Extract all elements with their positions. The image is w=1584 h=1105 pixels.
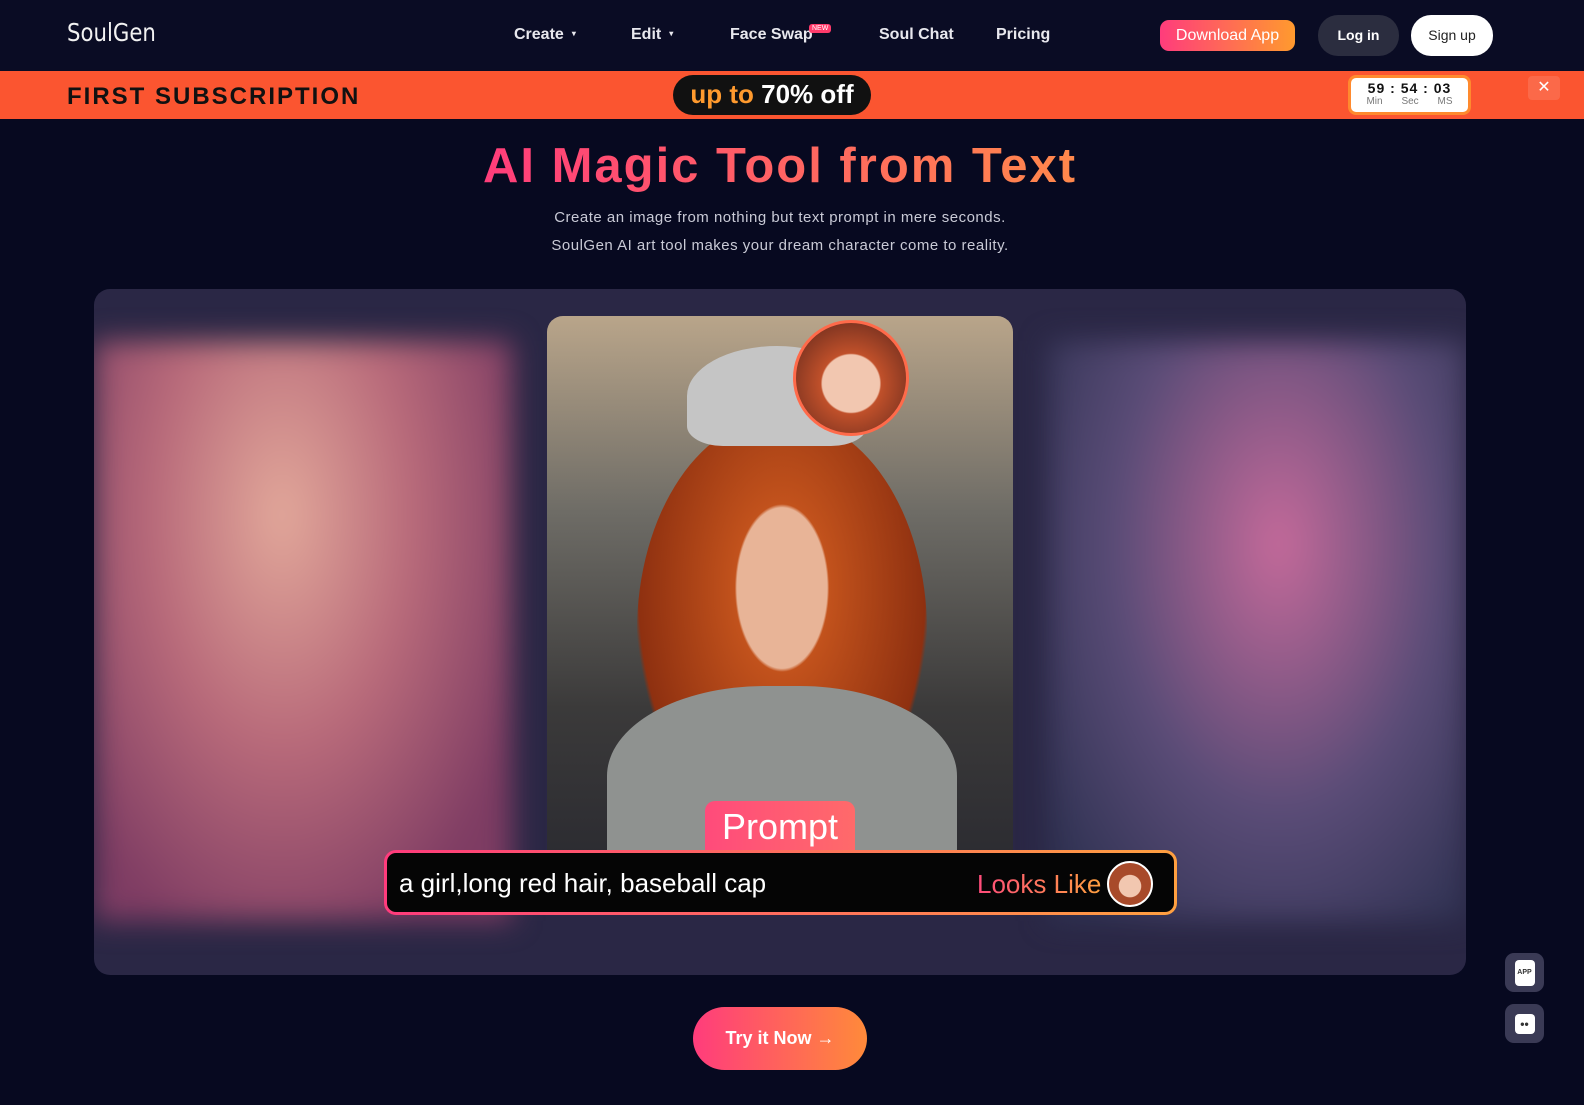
countdown-timer: 59 : 54 : 03 Min Sec MS [1348, 75, 1471, 115]
top-nav: SoulGen Create ▾ Edit ▾ Face Swap NEW Soul… [0, 0, 1584, 71]
nav-face-swap[interactable]: Face Swap [730, 26, 813, 44]
looks-like-label: Looks Like [977, 869, 1102, 899]
discount-prefix: up to [690, 79, 754, 109]
try-it-now-button[interactable]: Try it Now → [693, 1007, 867, 1070]
nav-pricing[interactable]: Pricing [996, 26, 1050, 44]
nav-create[interactable]: Create ▾ [514, 26, 576, 44]
chat-bot-icon: •• [1514, 1013, 1535, 1034]
nav-edit-label: Edit [631, 26, 662, 43]
looks-like-avatar [1107, 861, 1153, 907]
hero-subtitle-2: SoulGen AI art tool makes your dream cha… [551, 237, 1009, 254]
timer-sec: 54 [1400, 80, 1419, 96]
chevron-down-icon: ▾ [669, 29, 674, 38]
close-icon[interactable]: ✕ [1528, 76, 1560, 100]
discount-pill: up to 70% off [673, 75, 871, 115]
page-title: AI Magic Tool from Text [0, 138, 1560, 194]
nav-edit[interactable]: Edit ▾ [631, 26, 673, 44]
timer-min-label: Min [1366, 96, 1383, 107]
reference-face-avatar [793, 320, 909, 436]
generated-image [547, 316, 1013, 876]
app-download-fab[interactable]: APP [1505, 953, 1544, 992]
timer-ms: 03 [1433, 80, 1452, 96]
timer-sep: : [1390, 80, 1396, 96]
login-button[interactable]: Log in [1318, 15, 1399, 56]
chat-fab[interactable]: •• [1505, 1004, 1544, 1043]
chevron-down-icon: ▾ [571, 29, 576, 38]
timer-sep: : [1423, 80, 1429, 96]
blurred-sample-image-right[interactable] [1049, 341, 1466, 921]
nav-create-label: Create [514, 26, 564, 43]
nav-soul-chat[interactable]: Soul Chat [879, 26, 954, 44]
prompt-text: a girl,long red hair, baseball cap [399, 868, 767, 898]
timer-min: 59 [1367, 80, 1386, 96]
phone-app-icon: APP [1514, 959, 1535, 986]
download-app-button[interactable]: Download App [1160, 20, 1295, 51]
blurred-sample-image-left[interactable] [94, 341, 512, 921]
logo[interactable]: SoulGen [67, 18, 156, 47]
promo-banner[interactable]: FIRST SUBSCRIPTION up to 70% off 59 : 54… [0, 71, 1584, 119]
timer-ms-label: MS [1437, 96, 1453, 107]
promo-title: FIRST SUBSCRIPTION [67, 83, 361, 110]
new-badge: NEW [809, 24, 832, 33]
signup-button[interactable]: Sign up [1411, 15, 1493, 56]
arrow-right-icon: → [816, 1028, 835, 1048]
try-label: Try it Now [725, 1028, 812, 1048]
timer-sec-label: Sec [1401, 96, 1419, 107]
hero-subtitle-1: Create an image from nothing but text pr… [554, 209, 1006, 226]
prompt-tag: Prompt [705, 801, 855, 853]
prompt-box: a girl,long red hair, baseball cap Looks… [384, 850, 1177, 915]
discount-value: 70% off [761, 79, 854, 109]
